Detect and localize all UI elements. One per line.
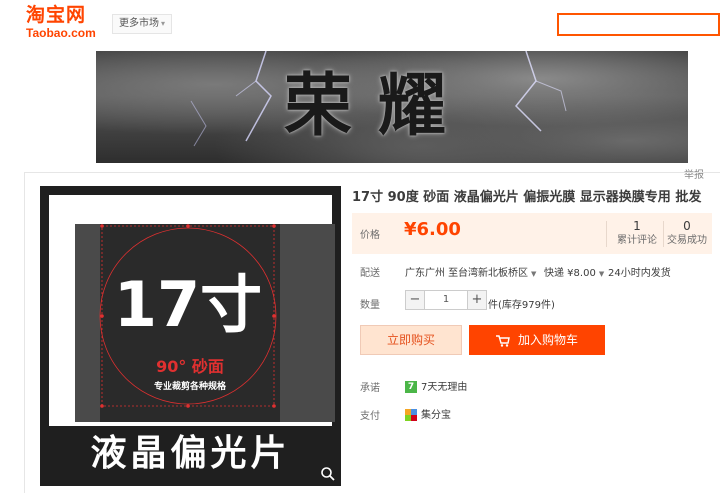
zoom-icon[interactable]	[320, 466, 336, 482]
promise-label: 承诺	[360, 383, 380, 394]
search-input[interactable]	[557, 13, 720, 36]
sales-label: 交易成功	[667, 235, 707, 246]
seven-day-badge-icon: 7	[405, 381, 417, 393]
buy-now-button[interactable]: 立即购买	[360, 325, 462, 355]
shipping-origin: 广东广州 至	[405, 268, 459, 279]
taobao-logo[interactable]: 淘宝网 Taobao.com	[26, 4, 96, 40]
stock-info: 件(库存979件)	[488, 300, 555, 311]
payment-label: 支付	[360, 411, 380, 422]
header: 淘宝网 Taobao.com 更多市场 ▾	[0, 0, 720, 44]
shipping-label: 配送	[360, 268, 380, 279]
logo-sub-text: Taobao.com	[26, 26, 96, 40]
logo-main-text: 淘宝网	[26, 4, 87, 26]
product-title: 17寸 90度 砂面 液晶偏光片 偏振光膜 显示器换膜专用 批发	[352, 190, 702, 205]
review-label: 累计评论	[617, 235, 657, 246]
angle-text: 90° 砂面	[156, 357, 224, 376]
destination-text: 台湾新北板桥区	[458, 268, 528, 279]
price-label: 价格	[360, 230, 380, 241]
sales-count: 0	[683, 219, 691, 233]
add-to-cart-button[interactable]: 加入购物车	[469, 325, 605, 355]
review-stat[interactable]: 1 累计评论	[614, 219, 660, 247]
shipping-method-text: 快递 ¥8.00	[544, 268, 596, 279]
chevron-down-icon: ▾	[161, 19, 166, 28]
promise-link[interactable]: 7 7天无理由	[405, 378, 467, 393]
payment-method[interactable]: 集分宝	[405, 406, 451, 421]
quantity-minus-button[interactable]: −	[405, 290, 425, 310]
more-market-dropdown[interactable]: 更多市场 ▾	[112, 14, 173, 34]
cart-icon	[495, 334, 510, 347]
promise-text: 7天无理由	[421, 382, 468, 393]
banner-title: 荣耀	[284, 67, 473, 146]
sales-stat: 0 交易成功	[664, 219, 710, 247]
dispatch-time: 24小时内发货	[608, 268, 671, 279]
payment-text: 集分宝	[421, 410, 451, 421]
divider	[606, 221, 607, 247]
price-value: ¥6.00	[404, 219, 461, 240]
add-to-cart-label: 加入购物车	[517, 333, 578, 347]
triangle-down-icon: ▼	[531, 270, 537, 278]
image-subtitle: 专业裁剪各种规格	[154, 380, 227, 392]
quantity-input[interactable]: 1	[425, 290, 467, 310]
jifenbao-icon	[405, 409, 417, 421]
quantity-plus-button[interactable]: +	[467, 290, 487, 310]
more-market-label: 更多市场	[119, 18, 159, 29]
size-text: 17寸	[114, 268, 262, 341]
image-bottom-text: 液晶偏光片	[90, 433, 291, 474]
review-count: 1	[633, 219, 641, 233]
triangle-down-icon: ▼	[598, 270, 605, 278]
product-main-image[interactable]: 17寸 90° 砂面 专业裁剪各种规格 液晶偏光片	[40, 186, 341, 486]
price-panel: 价格 ¥6.00 1 累计评论 0 交易成功	[352, 213, 712, 254]
shipping-destination-select[interactable]: 台湾新北板桥区 ▼	[458, 264, 536, 279]
shipping-method-select[interactable]: 快递 ¥8.00 ▼	[544, 264, 604, 279]
shop-banner: 荣耀	[96, 51, 688, 163]
quantity-label: 数量	[360, 300, 380, 311]
